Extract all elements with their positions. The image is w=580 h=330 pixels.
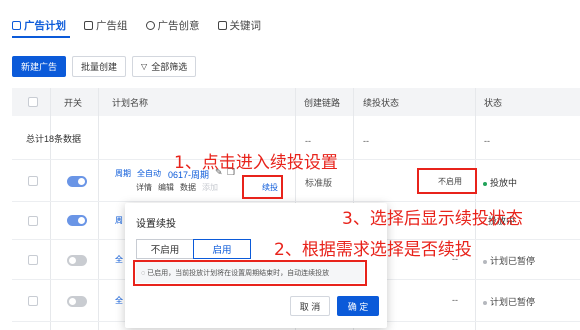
edit-link[interactable]: 编辑 [158, 182, 174, 193]
tab-label: 广告组 [96, 20, 128, 32]
button-label: 批量创建 [81, 62, 118, 72]
add-link[interactable]: 添加 [202, 182, 218, 193]
summary-label: 总计18条数据 [26, 134, 82, 144]
annotation-step1: 1、点击进入续投设置 [174, 153, 338, 173]
option-label: 不启用 [150, 245, 180, 256]
button-label: 确 定 [347, 301, 369, 312]
option-disable[interactable]: 不启用 [136, 239, 194, 259]
cancel-button[interactable]: 取 消 [290, 296, 330, 316]
tab-ad-group[interactable]: 广告组 [84, 18, 128, 33]
create-link-value: 标准版 [305, 178, 333, 188]
row-checkbox[interactable] [28, 216, 38, 226]
annotation-step3: 3、选择后显示续投状态 [342, 209, 523, 229]
header-plan-name: 计划名称 [112, 97, 149, 108]
row-checkbox[interactable] [28, 176, 38, 186]
button-label: 全部筛选 [151, 62, 188, 72]
button-label: 新建广告 [21, 62, 58, 72]
select-all-checkbox[interactable] [28, 97, 38, 107]
option-label: 启用 [212, 245, 232, 256]
status-text: 投放中 [490, 178, 518, 188]
group-icon [84, 21, 93, 30]
summary-create-link: -- [305, 136, 311, 146]
header-switch: 开关 [64, 97, 83, 108]
filter-icon: ▽ [141, 62, 148, 71]
header-renew-status: 续投状态 [363, 97, 400, 108]
option-enable[interactable]: 启用 [193, 239, 251, 259]
header-create-link: 创建链路 [304, 97, 341, 108]
status-dot [483, 300, 487, 305]
tab-ad-plan[interactable]: 广告计划 [12, 18, 66, 33]
annotation-box-renew-link [242, 175, 283, 199]
toolbar: 新建广告 批量创建 ▽ 全部筛选 [12, 56, 197, 77]
cycle-tag: 周期 [115, 169, 131, 178]
summary-renew-status: -- [363, 136, 369, 146]
plan-icon [12, 21, 21, 30]
renew-state-value: -- [452, 295, 458, 305]
summary-status: -- [484, 136, 490, 146]
tab-keyword[interactable]: 关键词 [217, 18, 262, 33]
tab-label: 广告计划 [24, 20, 66, 32]
annotation-box-notice [133, 260, 367, 286]
header-status: 状态 [484, 97, 503, 108]
keyword-icon [217, 21, 227, 30]
auto-mode-tag: 全 [115, 255, 123, 264]
status-text: 计划已暂停 [490, 297, 536, 307]
row-toggle[interactable] [67, 176, 87, 187]
status-value: 计划已暂停 [483, 295, 535, 308]
row-checkbox[interactable] [28, 296, 38, 306]
status-value: 投放中 [483, 176, 517, 189]
active-tab-indicator [12, 36, 70, 38]
data-link[interactable]: 数据 [180, 182, 196, 193]
filter-all-button[interactable]: ▽ 全部筛选 [132, 56, 197, 77]
batch-create-button[interactable]: 批量创建 [72, 56, 127, 77]
tab-label: 关键词 [229, 20, 262, 32]
tab-label: 广告创意 [157, 20, 200, 32]
tab-ad-creative[interactable]: 广告创意 [145, 18, 200, 33]
status-value: 计划已暂停 [483, 254, 535, 267]
top-tabs: 广告计划 广告组 广告创意 关键词 [12, 18, 261, 33]
creative-icon [145, 21, 155, 30]
annotation-step2: 2、根据需求选择是否续投 [274, 240, 472, 260]
row-toggle[interactable] [67, 296, 87, 307]
auto-mode-tag: 全自动 [137, 169, 161, 178]
popover-title: 设置续投 [136, 219, 176, 230]
row-toggle[interactable] [67, 255, 87, 266]
status-text: 计划已暂停 [490, 256, 536, 266]
row-toggle[interactable] [67, 215, 87, 226]
button-label: 取 消 [299, 301, 321, 312]
status-dot [483, 259, 487, 264]
cycle-tag: 周 [115, 216, 123, 225]
annotation-box-renew-state [417, 168, 477, 194]
detail-link[interactable]: 详情 [136, 182, 152, 193]
row-checkbox[interactable] [28, 255, 38, 265]
new-ad-button[interactable]: 新建广告 [12, 56, 67, 77]
status-dot [483, 181, 487, 186]
confirm-button[interactable]: 确 定 [337, 296, 379, 316]
auto-mode-tag: 全 [115, 296, 123, 305]
